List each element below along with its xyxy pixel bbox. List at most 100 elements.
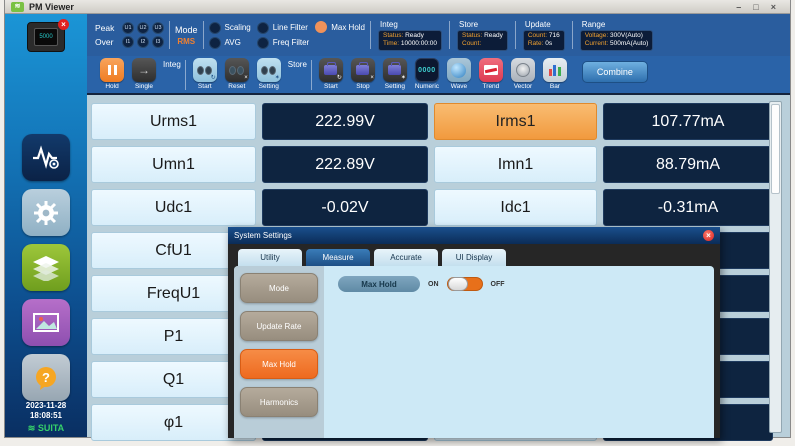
system-settings-dialog: System Settings × Utility Measure Accura… (228, 227, 720, 438)
integ-reset-icon: × (225, 58, 249, 82)
table-row: Urms1 222.99V Irms1 107.77mA (91, 103, 790, 140)
toggle-knob-icon (448, 277, 468, 291)
wave-view-button[interactable]: Wave (444, 58, 474, 90)
mode-label: Mode (175, 25, 198, 35)
measure-value-umn1: 222.89V (262, 146, 428, 183)
menu-item-mode[interactable]: Mode (240, 273, 318, 303)
integ-status-box: Status: Ready Time: 10000:00:00 (378, 30, 442, 51)
store-start-icon: ↻ (319, 58, 343, 82)
tab-accurate[interactable]: Accurate (374, 249, 438, 266)
numeric-view-button[interactable]: 0000 Numeric (412, 58, 442, 90)
numeric-icon: 0000 (415, 58, 439, 82)
menu-item-max-hold[interactable]: Max Hold (240, 349, 318, 379)
trend-view-button[interactable]: Trend (476, 58, 506, 90)
vector-view-button[interactable]: Vector (508, 58, 538, 90)
update-section-title: Update (525, 20, 551, 29)
app-window: ≋ PM Viewer – □ × 5000 × (4, 0, 791, 438)
combine-button[interactable]: Combine (582, 61, 648, 83)
dialog-menu: Mode Update Rate Max Hold Harmonics (234, 266, 324, 438)
range-section-title: Range (582, 20, 606, 29)
window-titlebar: ≋ PM Viewer – □ × (5, 0, 790, 14)
sidebar-item-settings[interactable] (22, 189, 70, 236)
tab-ui-display[interactable]: UI Display (442, 249, 506, 266)
toggle-freq-filter[interactable]: Freq Filter (257, 37, 309, 49)
toggle-line-filter[interactable]: Line Filter (257, 22, 309, 34)
sidebar-item-display[interactable] (22, 299, 70, 346)
maximize-button[interactable]: □ (753, 2, 758, 12)
vertical-scrollbar[interactable] (769, 101, 782, 433)
svg-text:?: ? (42, 370, 50, 385)
store-setting-button[interactable]: ✶ Setting (380, 58, 410, 90)
minimize-button[interactable]: – (736, 2, 741, 12)
max-hold-radio-icon (315, 21, 327, 33)
vector-dial-icon (511, 58, 535, 82)
menu-item-harmonics[interactable]: Harmonics (240, 387, 318, 417)
measure-label-urms1[interactable]: Urms1 (91, 103, 256, 140)
toggle-scaling[interactable]: Scaling (209, 22, 251, 34)
peak-indicator-u1: U1 (122, 22, 134, 34)
integ-start-button[interactable]: ↻ Start (190, 58, 220, 90)
status-toolbar: Peak U1 U2 U3 Over I1 I2 I3 Mode RMS Sca… (87, 14, 790, 56)
update-status-section: Update Count: 716 Rate: 0s (523, 20, 565, 51)
sidebar-item-layers[interactable] (22, 244, 70, 291)
max-hold-toggle[interactable] (447, 277, 483, 291)
integ-reset-button[interactable]: × Reset (222, 58, 252, 90)
over-indicator-i3: I3 (152, 36, 164, 48)
measure-label-irms1[interactable]: Irms1 (434, 103, 597, 140)
waveform-settings-icon (31, 145, 61, 171)
trend-chart-icon (479, 58, 503, 82)
image-icon (31, 310, 61, 336)
scrollbar-thumb[interactable] (771, 104, 780, 194)
max-hold-setting-label: Max Hold (338, 276, 420, 292)
toggle-avg[interactable]: AVG (209, 37, 251, 49)
dialog-close-button[interactable]: × (703, 230, 714, 241)
store-section-title: Store (459, 20, 478, 29)
toggle-max-hold[interactable]: Max Hold (315, 21, 365, 33)
measure-label-imn1[interactable]: Imn1 (434, 146, 597, 183)
table-row: Umn1 222.89V Imn1 88.79mA (91, 146, 790, 183)
measure-value-imn1: 88.79mA (603, 146, 773, 183)
disconnect-badge-icon: × (58, 19, 69, 30)
sidebar-item-help[interactable]: ? (22, 354, 70, 401)
bar-chart-icon (543, 58, 567, 82)
over-indicator-i1: I1 (122, 36, 134, 48)
measure-label-udc1[interactable]: Udc1 (91, 189, 256, 226)
store-start-button[interactable]: ↻ Start (316, 58, 346, 90)
tab-measure[interactable]: Measure (306, 249, 370, 266)
tab-utility[interactable]: Utility (238, 249, 302, 266)
store-status-section: Store Status: Ready Count: (457, 20, 508, 51)
integ-status-section: Integ Status: Ready Time: 10000:00:00 (378, 20, 442, 51)
bar-view-button[interactable]: Bar (540, 58, 570, 90)
table-row: Udc1 -0.02V Idc1 -0.31mA (91, 189, 790, 226)
over-label: Over (95, 37, 119, 47)
store-stop-icon: × (351, 58, 375, 82)
off-label: OFF (491, 281, 505, 288)
close-button[interactable]: × (771, 2, 776, 12)
device-connection-button[interactable]: 5000 × (27, 22, 65, 52)
on-label: ON (428, 281, 439, 288)
integ-section-title: Integ (380, 20, 398, 29)
sidebar-item-measurement[interactable] (22, 134, 70, 181)
app-logo-icon: ≋ (11, 2, 24, 12)
measure-label-umn1[interactable]: Umn1 (91, 146, 256, 183)
window-title: PM Viewer (29, 2, 74, 12)
store-stop-button[interactable]: × Stop (348, 58, 378, 90)
measure-value-urms1: 222.99V (262, 103, 428, 140)
integ-group-label: Integ (163, 60, 181, 69)
integ-setting-button[interactable]: ✶ Setting (254, 58, 284, 90)
wave-icon (447, 58, 471, 82)
range-status-box: Voltage: 300V(Auto) Current: 500mA(Auto) (580, 30, 654, 51)
sidebar: 5000 × (5, 14, 87, 437)
help-icon: ? (32, 365, 60, 391)
hold-button[interactable]: Hold (97, 58, 127, 90)
dialog-titlebar: System Settings × (228, 227, 720, 244)
single-button[interactable]: → Single (129, 58, 159, 90)
menu-item-update-rate[interactable]: Update Rate (240, 311, 318, 341)
peak-label: Peak (95, 23, 119, 33)
mode-value: RMS (177, 37, 195, 46)
store-status-box: Status: Ready Count: (457, 30, 508, 51)
measure-value-idc1: -0.31mA (603, 189, 773, 226)
measure-value-irms1: 107.77mA (603, 103, 773, 140)
dialog-body: Max Hold ON OFF (324, 266, 714, 438)
measure-label-idc1[interactable]: Idc1 (434, 189, 597, 226)
